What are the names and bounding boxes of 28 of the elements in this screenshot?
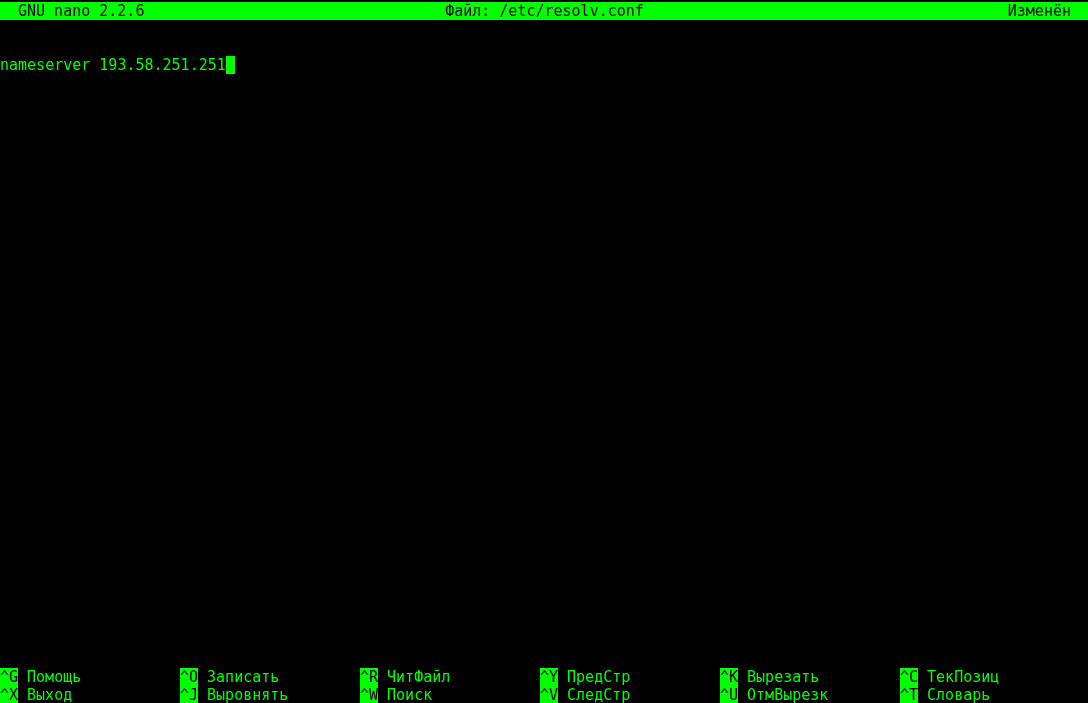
shortcut-key: ^W xyxy=(360,686,379,703)
file-name: Файл: /etc/resolv.conf xyxy=(445,2,644,20)
shortcut-label: ОтмВырезк xyxy=(747,686,829,703)
shortcut-label: ПредСтр xyxy=(567,668,631,686)
shortcut-key: ^V xyxy=(540,686,559,703)
shortcut-label: Выход xyxy=(27,686,73,703)
shortcut-label: Поиск xyxy=(387,686,433,703)
shortcut-key: ^T xyxy=(900,686,919,703)
shortcut-label: Помощь xyxy=(27,668,82,686)
shortcut-key: ^X xyxy=(0,686,19,703)
version-label: GNU nano 2.2.6 xyxy=(18,2,146,20)
shortcut-label: Выровнять xyxy=(207,686,289,703)
shortcut-key: ^O xyxy=(180,668,199,686)
shortcut-key: ^R xyxy=(360,668,379,686)
shortcut-label: Словарь xyxy=(927,686,991,703)
shortcut-key: ^G xyxy=(0,668,19,686)
shortcut-label: Записать xyxy=(207,668,280,686)
shortcut-key: ^J xyxy=(180,686,199,703)
shortcut-key: ^U xyxy=(720,686,739,703)
modified-status: Изменён xyxy=(1007,2,1071,20)
shortcut-label: ТекПозиц xyxy=(927,668,1000,686)
text-line: nameserver 193.58.251.251 xyxy=(0,56,226,74)
shortcut-label: ЧитФайл xyxy=(387,668,451,686)
shortcut-label: Вырезать xyxy=(747,668,820,686)
shortcut-key: ^C xyxy=(900,668,919,686)
shortcut-label: СледСтр xyxy=(567,686,631,703)
shortcut-key: ^Y xyxy=(540,668,559,686)
shortcut-key: ^K xyxy=(720,668,739,686)
